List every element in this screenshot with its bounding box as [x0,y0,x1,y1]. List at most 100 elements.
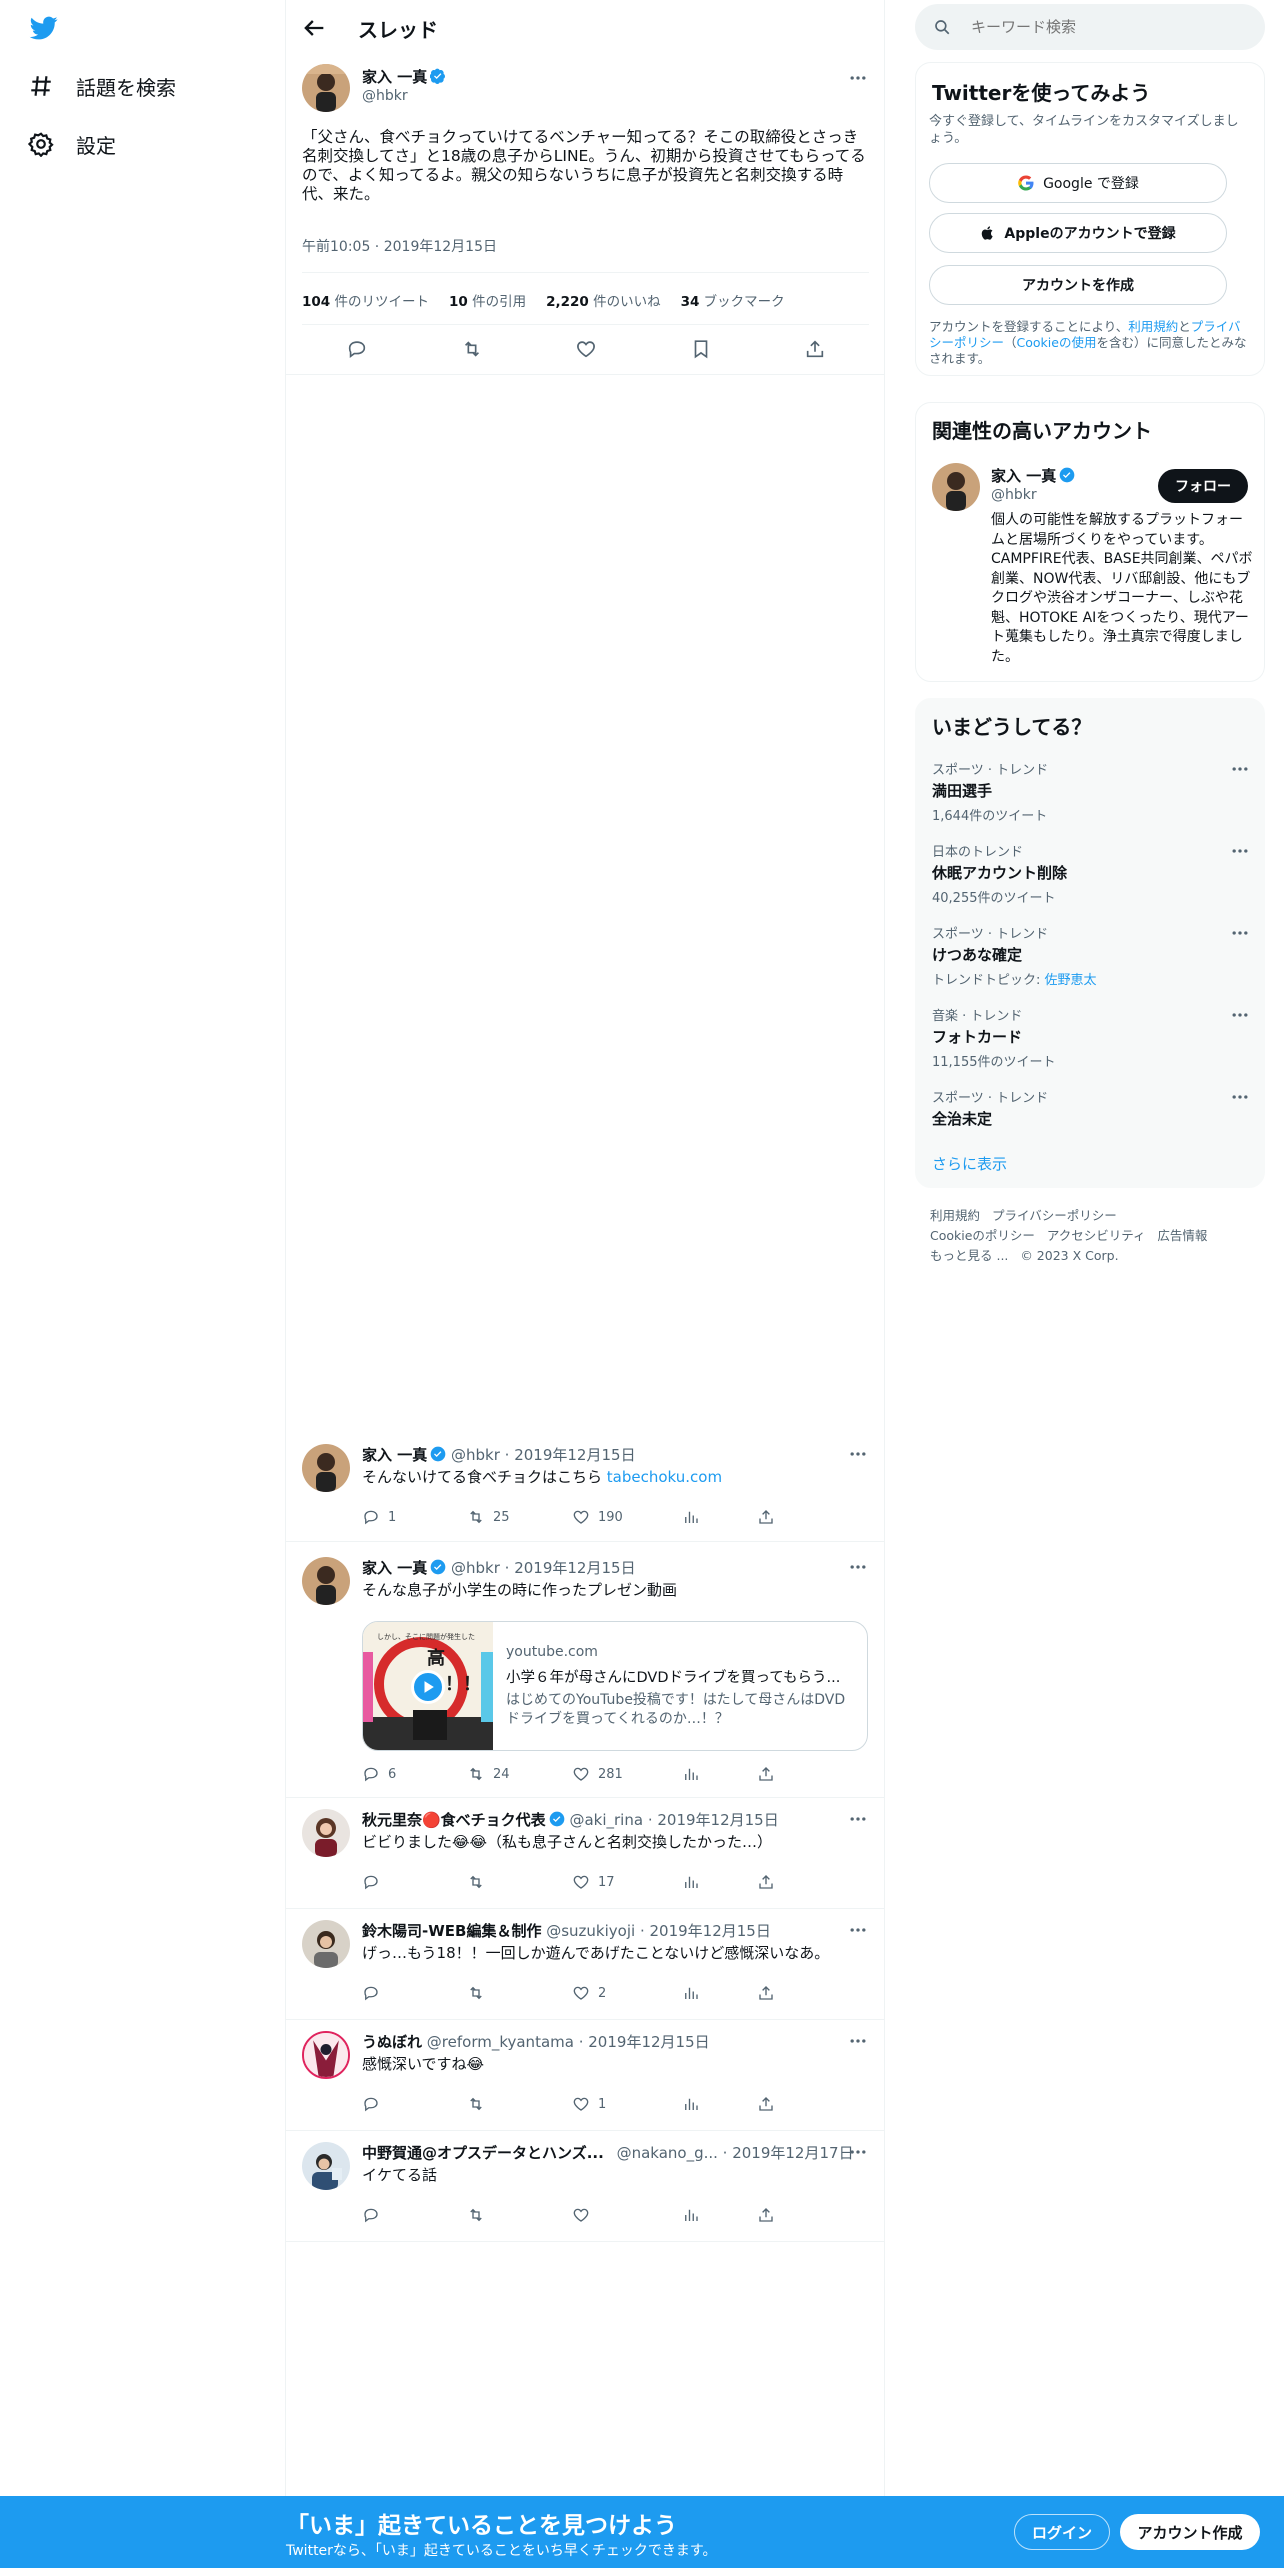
footer-ads[interactable]: 広告情報 [1157,1228,1207,1243]
nav-settings[interactable]: 設定 [28,124,116,164]
avatar[interactable] [932,463,980,511]
share-icon[interactable] [757,1873,775,1891]
avatar[interactable] [302,64,350,112]
share-icon[interactable] [757,2095,775,2113]
tweet-timestamp[interactable]: 午前10:05 · 2019年12月15日 [302,236,497,256]
login-button[interactable]: ログイン [1014,2514,1110,2550]
more-options-icon[interactable] [1230,1087,1250,1107]
more-options-icon[interactable] [1230,759,1250,779]
bookmark-icon[interactable] [690,338,712,360]
retweets-stat[interactable]: 104 件のリツイート [302,290,429,310]
quotes-stat[interactable]: 10 件の引用 [449,290,526,310]
like-button[interactable]: 17 [572,1873,682,1891]
retweet-button[interactable]: 24 [467,1765,572,1783]
reply-date[interactable]: 2019年12月15日 [514,1446,635,1464]
show-more-link[interactable]: さらに表示 [932,1153,1007,1174]
reply-author-name[interactable]: うぬぼれ [362,2033,422,2051]
reply-tweet[interactable]: 秋元里奈🔴食べチョク代表 @aki_rina · 2019年12月15日 ビビり… [286,1797,885,1908]
reply-date[interactable]: 2019年12月15日 [657,1811,778,1829]
reply-button[interactable] [362,1984,467,2002]
reply-tweet[interactable]: 家入 一真 @hbkr · 2019年12月15日 そんな息子が小学生の時に作っ… [286,1541,885,1797]
reply-link[interactable]: tabechoku.com [607,1468,722,1486]
reply-button[interactable] [362,2095,467,2113]
trend-item[interactable]: スポーツ · トレンド けつあな確定 トレンドトピック: 佐野恵太 [932,923,1252,988]
reply-author-handle[interactable]: @hbkr [451,1559,500,1577]
author-handle[interactable]: @hbkr [362,88,408,104]
author-name-row[interactable]: 家入 一真 [362,66,446,87]
like-button[interactable]: 1 [572,2095,682,2113]
retweet-button[interactable] [467,1873,572,1891]
like-button[interactable]: 190 [572,1508,682,1526]
reply-author-name[interactable]: 鈴木陽司-WEB編集＆制作 [362,1922,541,1940]
nav-explore[interactable]: 話題を検索 [28,66,176,106]
relevant-account-name-row[interactable]: 家入 一真 [991,465,1075,486]
avatar[interactable] [302,2031,350,2079]
avatar[interactable] [302,1557,350,1605]
share-icon[interactable] [757,1765,775,1783]
reply-button[interactable]: 6 [362,1765,467,1783]
reply-tweet[interactable]: 鈴木陽司-WEB編集＆制作 @suzukiyoji · 2019年12月15日 … [286,1908,885,2019]
link-card[interactable]: しかし、そこに問題が発生した 高い！！ youtube.com 小学６年が母さん… [362,1621,868,1751]
reply-author-name[interactable]: 中野賀通@オプスデータとハンズ... [362,2144,604,2162]
likes-stat[interactable]: 2,220 件のいいね [546,290,661,310]
like-button[interactable] [572,2206,682,2224]
trend-item[interactable]: スポーツ · トレンド 満田選手 1,644件のツイート [932,759,1252,824]
retweet-button[interactable]: 25 [467,1508,572,1526]
like-icon[interactable] [575,338,597,360]
more-options-icon[interactable] [1230,841,1250,861]
like-button[interactable]: 2 [572,1984,682,2002]
bookmarks-stat[interactable]: 34 ブックマーク [681,290,785,310]
reply-tweet[interactable]: 中野賀通@オプスデータとハンズ... @nakano_g... · 2019年1… [286,2130,885,2241]
reply-date[interactable]: 2019年12月17日 [732,2144,853,2162]
back-arrow-icon[interactable] [300,14,328,42]
retweet-button[interactable] [467,2095,572,2113]
reply-tweet[interactable]: うぬぼれ @reform_kyantama · 2019年12月15日 感慨深い… [286,2019,885,2130]
reply-author-handle[interactable]: @aki_rina [569,1811,643,1829]
footer-terms[interactable]: 利用規約 [930,1208,980,1223]
more-options-icon[interactable] [848,1557,868,1577]
footer-more[interactable]: もっと見る ... [930,1248,1008,1263]
signup-button[interactable]: アカウント作成 [1120,2514,1260,2550]
avatar[interactable] [302,1809,350,1857]
create-account-button[interactable]: アカウントを作成 [929,265,1227,305]
retweet-button[interactable] [467,1984,572,2002]
views-icon[interactable] [682,2095,757,2113]
reply-button[interactable] [362,1873,467,1891]
reply-author-handle[interactable]: @nakano_g... [617,2144,718,2162]
views-icon[interactable] [682,1508,757,1526]
reply-date[interactable]: 2019年12月15日 [650,1922,771,1940]
footer-cookie[interactable]: Cookieのポリシー [930,1228,1035,1243]
more-options-icon[interactable] [1230,923,1250,943]
reply-tweet[interactable]: 家入 一真 @hbkr · 2019年12月15日 そんないけてる食べチョクはこ… [286,1428,885,1542]
apple-signup-button[interactable]: Appleのアカウントで登録 [929,213,1227,253]
more-options-icon[interactable] [1230,1005,1250,1025]
like-button[interactable]: 281 [572,1765,682,1783]
trend-item[interactable]: 日本のトレンド 休眠アカウント削除 40,255件のツイート [932,841,1252,906]
more-options-icon[interactable] [848,1444,868,1464]
reply-author-name[interactable]: 家入 一真 [362,1446,427,1464]
follow-button[interactable]: フォロー [1158,469,1248,503]
views-icon[interactable] [682,1765,757,1783]
reply-date[interactable]: 2019年12月15日 [588,2033,709,2051]
google-signup-button[interactable]: Google で登録 [929,163,1227,203]
footer-privacy[interactable]: プライバシーポリシー [992,1208,1117,1223]
terms-link[interactable]: 利用規約 [1128,319,1178,334]
trend-topic-link[interactable]: 佐野恵太 [1045,973,1097,988]
more-options-icon[interactable] [848,68,868,88]
play-icon[interactable] [411,1670,445,1704]
avatar[interactable] [302,1920,350,1968]
views-icon[interactable] [682,2206,757,2224]
share-icon[interactable] [757,1984,775,2002]
retweet-button[interactable] [467,2206,572,2224]
reply-date[interactable]: 2019年12月15日 [514,1559,635,1577]
share-icon[interactable] [757,1508,775,1526]
share-icon[interactable] [757,2206,775,2224]
avatar[interactable] [302,2142,350,2190]
trend-item[interactable]: スポーツ · トレンド 全治未定 [932,1087,1252,1129]
share-icon[interactable] [804,338,826,360]
search-box[interactable] [915,4,1265,50]
trend-item[interactable]: 音楽 · トレンド フォトカード 11,155件のツイート [932,1005,1252,1070]
reply-author-name[interactable]: 家入 一真 [362,1559,427,1577]
reply-author-name[interactable]: 秋元里奈🔴食べチョク代表 [362,1811,546,1829]
views-icon[interactable] [682,1984,757,2002]
